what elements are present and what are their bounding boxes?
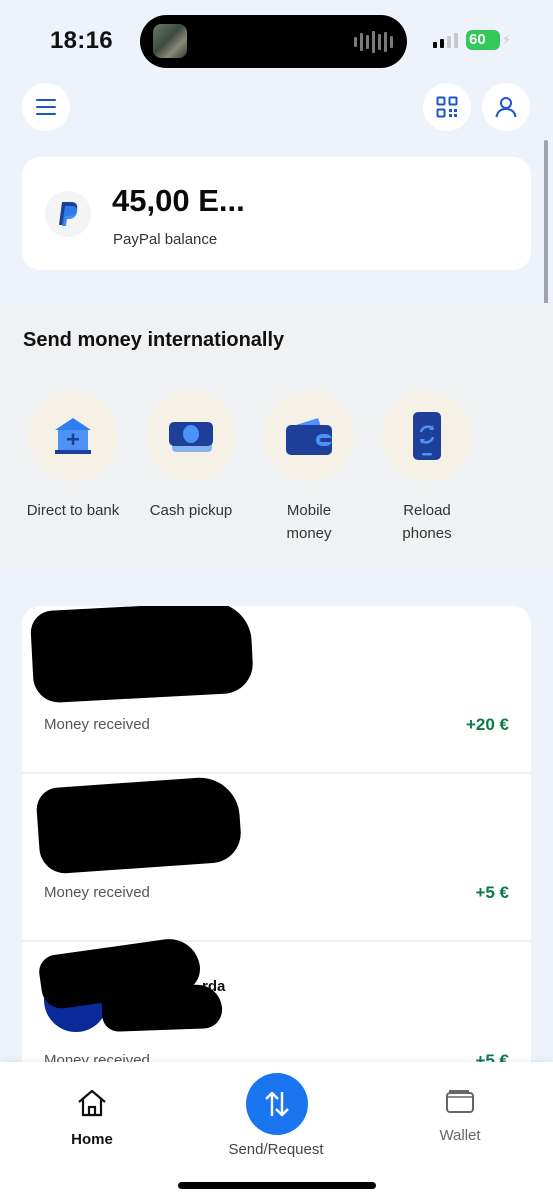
activity-item[interactable]: rda Money received +5 €	[22, 935, 531, 1076]
qr-code-icon	[436, 96, 458, 118]
balance-label: PayPal balance	[113, 231, 218, 248]
user-icon	[495, 97, 517, 118]
option-label: Direct to bank	[26, 502, 120, 519]
hamburger-icon	[36, 99, 56, 115]
transaction-amount: +20 €	[465, 715, 509, 734]
option-cash-pickup[interactable]: Cash pickup	[132, 391, 250, 522]
transaction-description: Money received	[44, 716, 150, 733]
tab-label: Wallet	[439, 1127, 481, 1144]
cash-icon	[169, 422, 213, 452]
section-title: Send money internationally	[23, 329, 285, 351]
activity-item[interactable]: Money received +20 €	[22, 606, 531, 774]
activity-list: Money received +20 € Money received +5 €…	[22, 606, 531, 1076]
home-icon	[78, 1089, 106, 1117]
home-indicator	[178, 1182, 376, 1189]
wallet-tab-icon	[446, 1090, 474, 1113]
battery-indicator: 60	[466, 30, 500, 50]
redacted-content	[35, 775, 243, 875]
activity-item[interactable]: Money received +5 €	[22, 774, 531, 942]
option-direct-to-bank[interactable]: Direct to bank	[14, 391, 132, 522]
option-label: Cash pickup	[149, 502, 233, 519]
send-internationally-section: Send money internationally Direct to ban…	[0, 303, 553, 570]
now-playing-artwork	[153, 24, 187, 58]
status-bar: 18:16 60 ⚡	[0, 0, 553, 80]
profile-button[interactable]	[482, 83, 530, 131]
paypal-logo-icon	[45, 191, 91, 237]
cellular-signal-icon	[433, 32, 458, 48]
wallet-icon	[286, 418, 332, 455]
charging-icon: ⚡	[502, 32, 512, 47]
audio-waveform-icon	[354, 31, 393, 53]
transaction-amount: +5 €	[475, 883, 509, 902]
tab-label: Home	[71, 1131, 113, 1148]
bank-icon	[55, 418, 91, 454]
phone-reload-icon	[413, 412, 441, 460]
balance-amount: 45,00 E...	[112, 183, 245, 218]
menu-button[interactable]	[22, 83, 70, 131]
send-request-label[interactable]: Send/Request	[196, 1141, 356, 1158]
option-label: Reload phones	[402, 502, 452, 542]
tab-home[interactable]: Home	[52, 1088, 132, 1148]
transaction-description: Money received	[44, 884, 150, 901]
send-request-button[interactable]	[246, 1073, 308, 1135]
option-label: Mobile money	[286, 502, 332, 542]
tab-bar: Home Send/Request Wallet	[0, 1062, 553, 1200]
tab-wallet[interactable]: Wallet	[420, 1088, 500, 1144]
status-time: 18:16	[50, 27, 113, 54]
qr-code-button[interactable]	[423, 83, 471, 131]
option-mobile-money[interactable]: Mobile money	[250, 391, 368, 545]
dynamic-island[interactable]	[140, 15, 407, 68]
redacted-content	[29, 606, 255, 704]
balance-card[interactable]: 45,00 E... PayPal balance	[22, 157, 531, 270]
swap-arrows-icon	[265, 1091, 289, 1117]
option-reload-phones[interactable]: Reload phones	[368, 391, 486, 545]
redacted-content	[101, 983, 223, 1033]
